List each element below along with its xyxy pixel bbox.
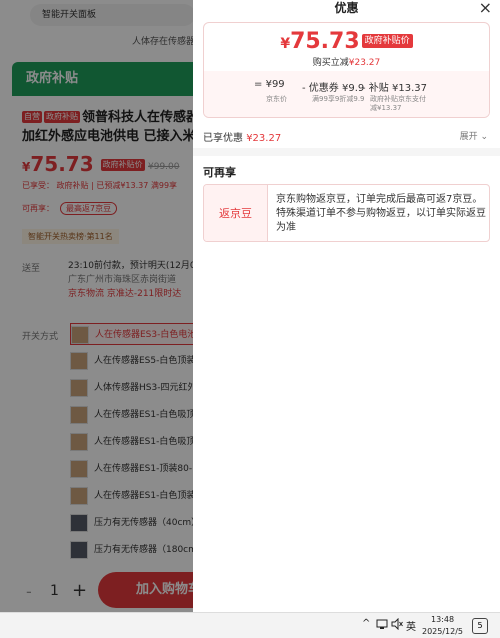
- calc-value: ¥9.9: [341, 83, 365, 94]
- clock-time: 13:48: [430, 615, 455, 624]
- card-header: ¥75.73 政府补贴价 购买立减¥23.27: [204, 23, 489, 69]
- calc-jd-price: = ¥99: [254, 79, 285, 90]
- benefit-label: 返京豆: [204, 185, 268, 241]
- calc-note: 政府补贴京东支付 减¥13.37: [370, 95, 426, 112]
- calc-note: 满99享9折减9.9: [312, 95, 365, 103]
- network-icon[interactable]: [376, 618, 388, 633]
- calc-value: ¥99: [265, 79, 285, 90]
- final-price-symbol: ¥: [280, 36, 291, 52]
- close-icon[interactable]: ×: [479, 0, 492, 17]
- notification-icon[interactable]: 5: [472, 618, 488, 634]
- shared-discount: 已享优惠 ¥23.27: [203, 129, 281, 144]
- calc-op: - 优惠券: [302, 83, 339, 94]
- benefit-text: 京东购物返京豆，订单完成后最高可返7京豆。特殊渠道订单不参与购物返豆，以订单实际…: [276, 194, 486, 233]
- expand-label: 展开: [459, 132, 478, 142]
- instant-discount-value: ¥23.27: [348, 58, 381, 68]
- clock-date: 2025/12/5: [422, 627, 464, 636]
- ime-indicator[interactable]: 英: [406, 618, 416, 633]
- system-clock[interactable]: 13:48 2025/12/5: [422, 614, 463, 638]
- section-title: 可再享: [203, 166, 236, 179]
- taskbar: ^ 英 13:48 2025/12/5 5: [0, 612, 500, 638]
- price-tag: 政府补贴价: [361, 34, 413, 48]
- calc-note: 京东价: [266, 95, 287, 103]
- volume-icon[interactable]: [391, 617, 403, 633]
- price-breakdown: = ¥99 京东价 - 优惠券 ¥9.9 满99享9折减9.9 - 补贴 ¥13…: [204, 71, 489, 117]
- price-summary-card: ¥75.73 政府补贴价 购买立减¥23.27 = ¥99 京东价 - 优惠券 ¥…: [203, 22, 490, 118]
- instant-discount-label: 购买立减: [312, 58, 349, 68]
- calc-value: ¥13.37: [391, 83, 427, 94]
- discount-panel: 优惠 × ¥75.73 政府补贴价 购买立减¥23.27 = ¥99 京东价 - …: [193, 0, 500, 612]
- panel-title: 优惠: [334, 1, 359, 15]
- screen: 智能开关面板 人体存在传感器 政府补贴 自营 政府补贴 领普科技人在传感器 加红外感…: [0, 0, 500, 638]
- section-divider: [193, 148, 500, 156]
- expand-button[interactable]: 展开 ⌄: [460, 129, 488, 142]
- calc-op: - 补贴: [362, 83, 389, 94]
- instant-discount: 购买立减¥23.27: [204, 55, 489, 68]
- calc-subsidy: - 补贴 ¥13.37: [362, 79, 427, 94]
- calc-op: =: [254, 79, 263, 90]
- calc-coupon: - 优惠券 ¥9.9: [302, 79, 364, 94]
- final-price-value: 75.73: [290, 29, 360, 54]
- tray-chevron-icon[interactable]: ^: [362, 618, 370, 629]
- shared-label: 已享优惠: [203, 133, 243, 144]
- benefit-card: 返京豆 京东购物返京豆，订单完成后最高可返7京豆。特殊渠道订单不参与购物返豆，以…: [203, 184, 490, 242]
- shared-value: ¥23.27: [246, 133, 282, 144]
- chevron-down-icon: ⌄: [480, 132, 488, 142]
